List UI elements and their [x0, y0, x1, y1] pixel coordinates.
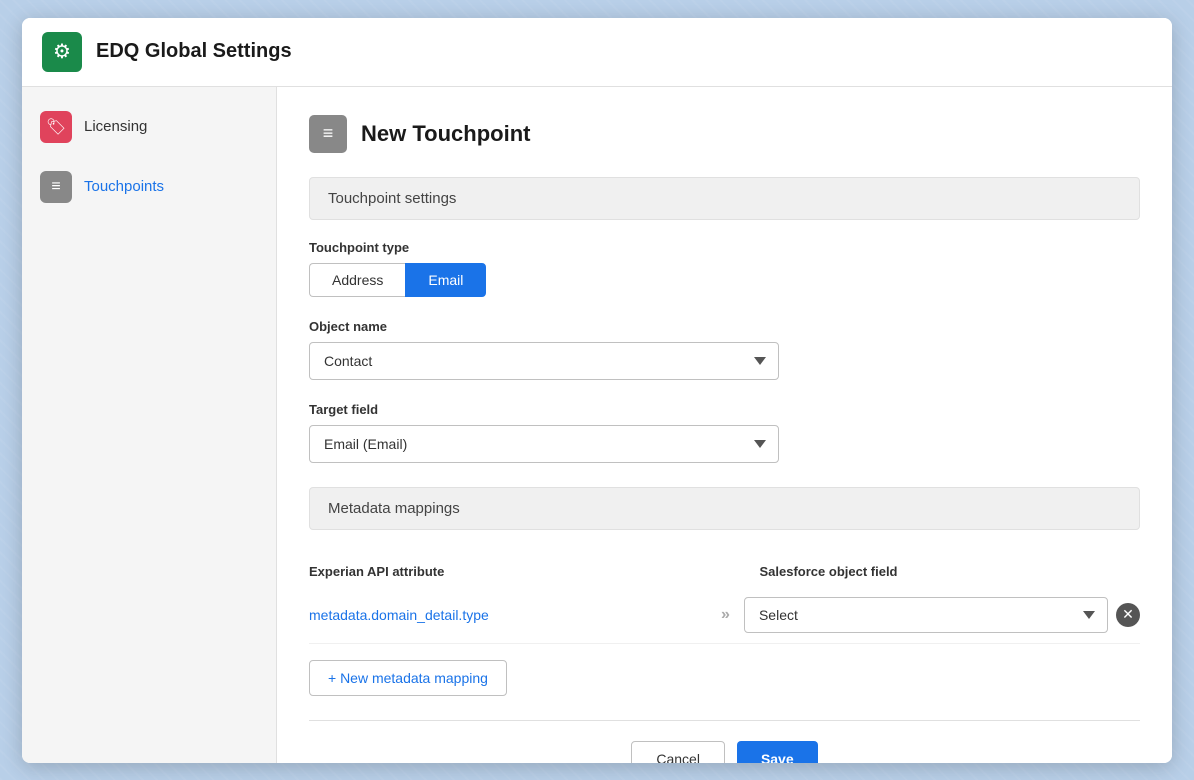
remove-mapping-btn[interactable]: ✕ — [1116, 603, 1140, 627]
col-sf-header: Salesforce object field — [760, 564, 1141, 579]
object-name-group: Object name Contact Lead Account — [309, 319, 1140, 380]
app-window: ⚙ EDQ Global Settings 🏷 Licensing ≡ Touc… — [22, 18, 1172, 763]
page-header: ≡ New Touchpoint — [309, 115, 1140, 153]
metadata-column-headers: Experian API attribute Salesforce object… — [309, 550, 1140, 587]
app-logo-icon: ⚙ — [42, 32, 82, 72]
sidebar: 🏷 Licensing ≡ Touchpoints — [22, 87, 277, 763]
touchpoint-settings-header: Touchpoint settings — [309, 177, 1140, 220]
metadata-mappings-section: Metadata mappings Experian API attribute… — [309, 487, 1140, 696]
target-field-group: Target field Email (Email) Phone (Phone) — [309, 402, 1140, 463]
metadata-row: metadata.domain_detail.type » Select ✕ — [309, 587, 1140, 644]
licensing-icon: 🏷 — [40, 111, 72, 143]
page-header-icon: ≡ — [309, 115, 347, 153]
sidebar-item-touchpoints-label: Touchpoints — [84, 178, 164, 195]
app-header: ⚙ EDQ Global Settings — [22, 18, 1172, 87]
page-title: New Touchpoint — [361, 121, 530, 147]
save-button[interactable]: Save — [737, 741, 818, 763]
app-title: EDQ Global Settings — [96, 40, 292, 63]
main-content: ≡ New Touchpoint Touchpoint settings Tou… — [277, 87, 1172, 763]
api-attribute-value[interactable]: metadata.domain_detail.type — [309, 607, 705, 623]
col-api-header: Experian API attribute — [309, 564, 690, 579]
arrow-icon: » — [721, 606, 728, 624]
touchpoint-type-toggle: Address Email — [309, 263, 1140, 297]
address-toggle-btn[interactable]: Address — [309, 263, 405, 297]
footer-actions: Cancel Save — [309, 720, 1140, 763]
touchpoints-icon: ≡ — [40, 171, 72, 203]
sidebar-item-licensing[interactable]: 🏷 Licensing — [22, 97, 276, 157]
app-body: 🏷 Licensing ≡ Touchpoints ≡ New Touchpoi… — [22, 87, 1172, 763]
sf-field-wrap: Select ✕ — [744, 597, 1140, 633]
object-name-label: Object name — [309, 319, 1140, 334]
target-field-label: Target field — [309, 402, 1140, 417]
sf-field-select[interactable]: Select — [744, 597, 1108, 633]
touchpoint-type-label: Touchpoint type — [309, 240, 1140, 255]
add-metadata-mapping-btn[interactable]: + New metadata mapping — [309, 660, 507, 696]
sidebar-item-touchpoints[interactable]: ≡ Touchpoints — [22, 157, 276, 217]
cancel-button[interactable]: Cancel — [631, 741, 725, 763]
sidebar-item-licensing-label: Licensing — [84, 118, 147, 135]
object-name-select[interactable]: Contact Lead Account — [309, 342, 779, 380]
target-field-select[interactable]: Email (Email) Phone (Phone) — [309, 425, 779, 463]
metadata-mappings-header: Metadata mappings — [309, 487, 1140, 530]
touchpoint-type-group: Touchpoint type Address Email — [309, 240, 1140, 297]
email-toggle-btn[interactable]: Email — [405, 263, 486, 297]
